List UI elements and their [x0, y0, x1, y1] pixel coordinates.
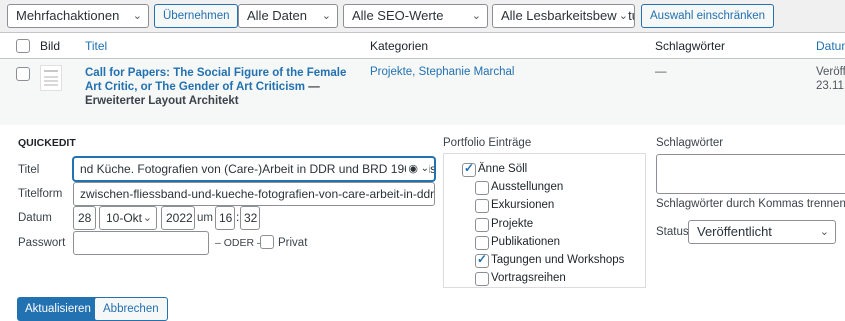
date-filter-select[interactable]: Alle Daten ⌄: [238, 4, 338, 28]
portfolio-checkbox-tagungen[interactable]: [475, 252, 489, 268]
table-row: Call for Papers: The Social Figure of th…: [0, 59, 845, 125]
readability-filter-select[interactable]: Alle Lesbarkeitsbewertungen ⌄: [492, 4, 635, 28]
cancel-button[interactable]: Abbrechen: [94, 297, 168, 321]
column-title[interactable]: Titel: [85, 39, 107, 53]
month-select-value: 10-Okt: [106, 211, 143, 225]
private-label: Privat: [278, 237, 308, 249]
hour-input[interactable]: 16: [215, 206, 235, 230]
chevron-down-icon: ⌄: [142, 212, 152, 224]
day-input[interactable]: 28: [73, 206, 96, 230]
thumbnail-image: [40, 65, 62, 91]
title-input-value: nd Küche. Fotografien von (Care-)Arbeit …: [80, 162, 435, 176]
slug-input[interactable]: zwischen-fliessband-und-kueche-fotografi…: [73, 182, 435, 206]
portfolio-item-publikationen: Publikationen: [491, 236, 561, 248]
year-input[interactable]: 2022: [161, 206, 195, 230]
minute-input-value: 32: [244, 211, 258, 225]
update-button[interactable]: Aktualisieren: [17, 297, 99, 321]
row-checkbox[interactable]: [16, 67, 30, 81]
title-label: Titel: [18, 164, 40, 176]
date-filter-value: Alle Daten: [247, 8, 307, 23]
status-select-value: Veröffentlicht: [697, 224, 772, 239]
chevron-down-icon: ⌄: [819, 226, 829, 238]
portfolio-checkbox-vortragsreihen[interactable]: [475, 272, 489, 286]
date-label: Datum: [18, 212, 52, 224]
portfolio-heading: Portfolio Einträge: [443, 137, 532, 149]
portfolio-list[interactable]: Änne Söll Ausstellungen Exkursionen Proj…: [443, 153, 646, 288]
portfolio-item-exkursionen: Exkursionen: [491, 199, 555, 211]
filter-button[interactable]: Auswahl einschränken: [641, 4, 775, 28]
password-label: Passwort: [18, 237, 66, 249]
seo-filter-value: Alle SEO-Werte: [352, 8, 444, 23]
portfolio-checkbox-publikationen[interactable]: [475, 236, 489, 250]
minute-input[interactable]: 32: [240, 206, 260, 230]
year-input-value: 2022: [166, 211, 193, 225]
status-label: Status: [656, 226, 689, 238]
post-date-value: 23.11.2022: [816, 80, 845, 92]
portfolio-item-tagungen: Tagungen und Workshops: [491, 254, 625, 266]
column-tags: Schlagwörter: [655, 39, 726, 53]
portfolio-checkbox-ausstellungen[interactable]: [475, 181, 489, 195]
date-at-label: um: [197, 212, 213, 224]
or-label: – ODER –: [215, 237, 263, 249]
column-categories: Kategorien: [370, 39, 429, 53]
post-title: Call for Papers: The Social Figure of th…: [85, 66, 355, 108]
post-tags: —: [655, 66, 667, 78]
seo-filter-select[interactable]: Alle SEO-Werte ⌄: [343, 4, 488, 28]
quickedit-heading: QUICKEDIT: [18, 137, 76, 149]
apply-button[interactable]: Übernehmen: [154, 4, 239, 28]
hour-input-value: 16: [219, 211, 233, 225]
portfolio-item-ausstellungen: Ausstellungen: [491, 181, 564, 193]
chevron-down-icon: ⌄: [132, 10, 142, 22]
table-header: Bild Titel Kategorien Schlagwörter Datum: [0, 32, 845, 59]
post-categories[interactable]: Projekte, Stephanie Marchal: [370, 66, 514, 78]
status-select[interactable]: Veröffentlicht ⌄: [688, 220, 836, 244]
time-separator: :: [236, 210, 240, 224]
chevron-down-icon: ⌄: [616, 5, 628, 27]
month-select[interactable]: 10-Okt ⌄: [99, 206, 157, 230]
readability-filter-value: Alle Lesbarkeitsbewertungen: [501, 8, 634, 23]
password-input[interactable]: [73, 231, 209, 255]
tags-heading: Schlagwörter: [656, 137, 724, 149]
slug-label: Titelform: [18, 188, 63, 200]
private-checkbox[interactable]: [260, 235, 274, 249]
autofill-icon: ◉: [406, 158, 418, 180]
portfolio-item-aenne-soell: Änne Söll: [478, 163, 528, 175]
day-input-value: 28: [78, 211, 92, 225]
portfolio-checkbox-exkursionen[interactable]: [475, 199, 489, 213]
slug-input-value: zwischen-fliessband-und-kueche-fotografi…: [80, 187, 435, 201]
tags-hint: Schlagwörter durch Kommas trennen: [656, 198, 845, 210]
chevron-down-icon: ⌄: [471, 10, 481, 22]
portfolio-item-projekte: Projekte: [491, 218, 534, 230]
portfolio-item-vortragsreihen: Vortragsreihen: [491, 272, 566, 284]
select-all-checkbox[interactable]: [16, 39, 30, 53]
bulk-actions-value: Mehrfachaktionen: [16, 8, 120, 23]
chevron-down-icon: ⌄: [420, 158, 429, 180]
column-date[interactable]: Datum: [816, 39, 845, 53]
chevron-down-icon: ⌄: [321, 10, 331, 22]
portfolio-checkbox-aenne-soell[interactable]: [462, 161, 476, 177]
tags-textarea[interactable]: [656, 154, 845, 194]
bulk-actions-select[interactable]: Mehrfachaktionen ⌄: [7, 4, 149, 28]
portfolio-checkbox-projekte[interactable]: [475, 218, 489, 232]
column-image: Bild: [40, 39, 61, 53]
post-date-status: Veröffentlicht: [816, 66, 845, 78]
title-input[interactable]: nd Küche. Fotografien von (Care-)Arbeit …: [73, 157, 435, 181]
